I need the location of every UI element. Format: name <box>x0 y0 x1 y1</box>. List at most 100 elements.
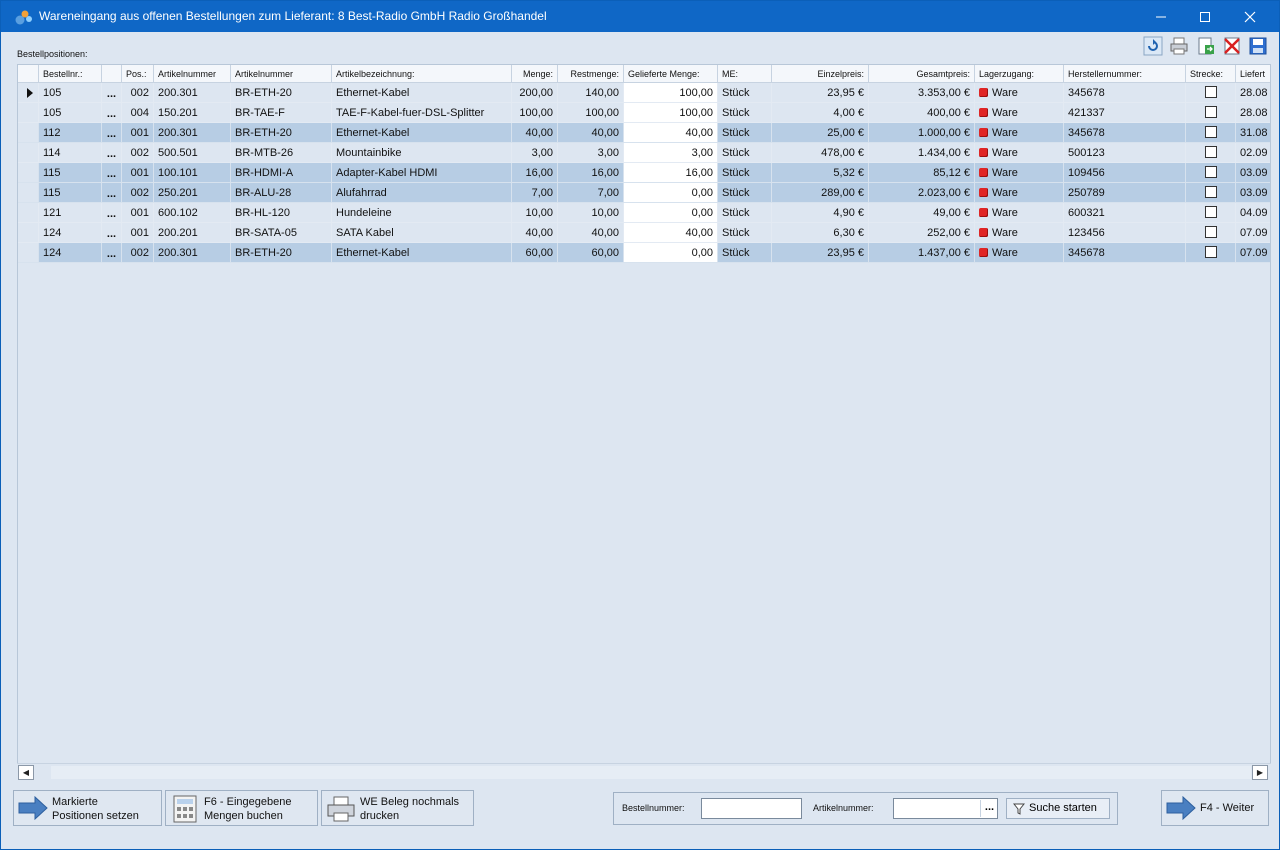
table-row[interactable]: 115... 001 100.101 BR-HDMI-A Adapter-Kabel H… <box>18 163 1270 183</box>
reprint-receipt-button[interactable]: WE Beleg nochmals drucken <box>321 790 474 826</box>
header-artikelnummer-2[interactable]: Artikelnummer <box>231 65 332 83</box>
strecke-checkbox[interactable] <box>1204 166 1217 178</box>
cell-liefert: 07.09 <box>1236 243 1270 263</box>
minimize-icon[interactable] <box>1138 1 1184 32</box>
cell-strecke[interactable] <box>1186 243 1236 263</box>
table-row[interactable]: 105... 002 200.301 BR-ETH-20 Ethernet-Kabel 2… <box>18 83 1270 103</box>
header-herstellernummer[interactable]: Herstellernummer: <box>1064 65 1186 83</box>
table-row[interactable]: 112... 001 200.301 BR-ETH-20 Ethernet-Kabel 4… <box>18 123 1270 143</box>
cell-liefert: 03.09 <box>1236 163 1270 183</box>
cell-lookup-button[interactable]: ... <box>102 163 122 183</box>
cell-lookup-button[interactable]: ... <box>102 143 122 163</box>
export-icon[interactable] <box>1196 36 1216 56</box>
header-lagerzugang[interactable]: Lagerzugang: <box>975 65 1064 83</box>
start-search-button[interactable]: Suche starten <box>1006 798 1110 819</box>
cell-menge: 200,00 <box>512 83 558 103</box>
cell-gelieferte-menge[interactable]: 100,00 <box>624 83 718 103</box>
header-pos[interactable]: Pos.: <box>122 65 154 83</box>
table-row[interactable]: 115... 002 250.201 BR-ALU-28 Alufahrrad 7,00 7… <box>18 183 1270 203</box>
scroll-thumb[interactable] <box>51 766 1251 779</box>
cell-liefert: 28.08 <box>1236 103 1270 123</box>
cell-gelieferte-menge[interactable]: 40,00 <box>624 123 718 143</box>
cell-strecke[interactable] <box>1186 103 1236 123</box>
header-liefert[interactable]: Liefert <box>1236 65 1270 83</box>
table-row[interactable]: 114... 002 500.501 BR-MTB-26 Mountainbike 3,0… <box>18 143 1270 163</box>
strecke-checkbox[interactable] <box>1204 106 1217 118</box>
refresh-icon[interactable] <box>1143 36 1163 56</box>
cell-strecke[interactable] <box>1186 123 1236 143</box>
filter-icon <box>1013 803 1025 815</box>
print-icon[interactable] <box>1169 36 1189 56</box>
cell-strecke[interactable] <box>1186 83 1236 103</box>
cell-pos: 001 <box>122 123 154 143</box>
scroll-left-icon[interactable]: ◀ <box>18 765 34 780</box>
cell-lagerzugang: Ware <box>975 223 1064 243</box>
save-icon[interactable] <box>1248 36 1268 56</box>
strecke-checkbox[interactable] <box>1204 206 1217 218</box>
cell-strecke[interactable] <box>1186 163 1236 183</box>
table-row[interactable]: 105... 004 150.201 BR-TAE-F TAE-F-Kabel-fuer… <box>18 103 1270 123</box>
strecke-checkbox[interactable] <box>1204 246 1217 258</box>
header-gelieferte-menge[interactable]: Gelieferte Menge: <box>624 65 718 83</box>
strecke-checkbox[interactable] <box>1204 86 1217 98</box>
next-button[interactable]: F4 - Weiter <box>1161 790 1269 826</box>
cell-liefert: 04.09 <box>1236 203 1270 223</box>
header-me[interactable]: ME: <box>718 65 772 83</box>
order-number-input[interactable] <box>701 798 802 819</box>
status-red-icon <box>979 108 988 117</box>
strecke-checkbox[interactable] <box>1204 126 1217 138</box>
cell-restmenge: 40,00 <box>558 123 624 143</box>
strecke-checkbox[interactable] <box>1204 186 1217 198</box>
cell-liefert: 03.09 <box>1236 183 1270 203</box>
header-bestellnr[interactable]: Bestellnr.: <box>39 65 102 83</box>
table-row[interactable]: 124... 001 200.201 BR-SATA-05 SATA Kabel 40,0… <box>18 223 1270 243</box>
delete-icon[interactable] <box>1222 36 1242 56</box>
cell-lookup-button[interactable]: ... <box>102 243 122 263</box>
cell-gelieferte-menge[interactable]: 0,00 <box>624 183 718 203</box>
scroll-right-icon[interactable]: ▶ <box>1252 765 1268 780</box>
header-einzelpreis[interactable]: Einzelpreis: <box>772 65 869 83</box>
cell-artikelbezeichnung: Alufahrrad <box>332 183 512 203</box>
row-indicator <box>18 103 39 123</box>
header-gesamtpreis[interactable]: Gesamtpreis: <box>869 65 975 83</box>
cell-lookup-button[interactable]: ... <box>102 123 122 143</box>
header-restmenge[interactable]: Restmenge: <box>558 65 624 83</box>
horizontal-scrollbar[interactable]: ◀ ▶ <box>17 763 1271 781</box>
cell-gelieferte-menge[interactable]: 16,00 <box>624 163 718 183</box>
table-row[interactable]: 124... 002 200.301 BR-ETH-20 Ethernet-Kabel 6… <box>18 243 1270 263</box>
cell-lookup-button[interactable]: ... <box>102 203 122 223</box>
header-artikelnummer-1[interactable]: Artikelnummer <box>154 65 231 83</box>
cell-gesamtpreis: 252,00 € <box>869 223 975 243</box>
cell-strecke[interactable] <box>1186 203 1236 223</box>
cell-strecke[interactable] <box>1186 143 1236 163</box>
cell-lookup-button[interactable]: ... <box>102 83 122 103</box>
cell-artikelbezeichnung: Adapter-Kabel HDMI <box>332 163 512 183</box>
header-dots <box>102 65 122 83</box>
cell-me: Stück <box>718 123 772 143</box>
cell-gelieferte-menge[interactable]: 0,00 <box>624 243 718 263</box>
book-quantities-button[interactable]: F6 - Eingegebene Mengen buchen <box>165 790 318 826</box>
cell-gelieferte-menge[interactable]: 0,00 <box>624 203 718 223</box>
table-row[interactable]: 121... 001 600.102 BR-HL-120 Hundeleine 10,00… <box>18 203 1270 223</box>
header-artikelbezeichnung[interactable]: Artikelbezeichnung: <box>332 65 512 83</box>
maximize-icon[interactable] <box>1182 1 1228 32</box>
cell-bestellnr: 121 <box>39 203 102 223</box>
cell-gelieferte-menge[interactable]: 3,00 <box>624 143 718 163</box>
cell-gelieferte-menge[interactable]: 100,00 <box>624 103 718 123</box>
header-strecke[interactable]: Strecke: <box>1186 65 1236 83</box>
cell-lookup-button[interactable]: ... <box>102 103 122 123</box>
cell-strecke[interactable] <box>1186 223 1236 243</box>
cell-artikelbezeichnung: Ethernet-Kabel <box>332 83 512 103</box>
strecke-checkbox[interactable] <box>1204 146 1217 158</box>
cell-strecke[interactable] <box>1186 183 1236 203</box>
strecke-checkbox[interactable] <box>1204 226 1217 238</box>
header-menge[interactable]: Menge: <box>512 65 558 83</box>
article-number-input[interactable]: ... <box>893 798 998 819</box>
article-lookup-button[interactable]: ... <box>980 800 998 817</box>
mark-positions-button[interactable]: Markierte Positionen setzen <box>13 790 162 826</box>
order-positions-grid[interactable]: Bestellnr.: Pos.: Artikelnummer Artikeln… <box>17 64 1271 781</box>
cell-lookup-button[interactable]: ... <box>102 183 122 203</box>
close-icon[interactable] <box>1227 1 1273 32</box>
cell-gelieferte-menge[interactable]: 40,00 <box>624 223 718 243</box>
cell-lookup-button[interactable]: ... <box>102 223 122 243</box>
